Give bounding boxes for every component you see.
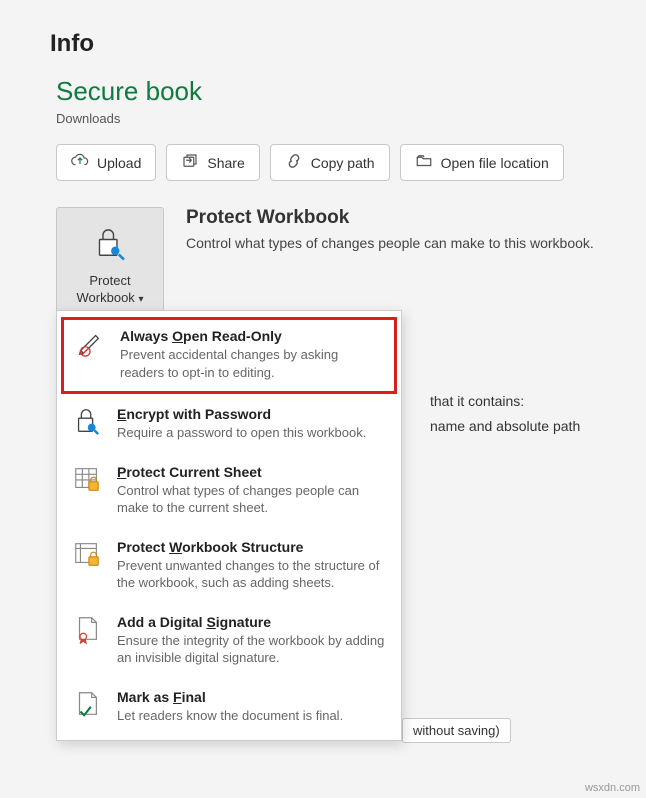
sheet-lock-icon [71,464,103,494]
document-title: Secure book [0,76,646,109]
menu-add-digital-signature[interactable]: Add a Digital Signature Ensure the integ… [57,604,401,679]
share-icon [181,152,199,173]
folder-icon [415,152,433,173]
protect-heading: Protect Workbook [186,207,594,229]
lock-key-icon [71,406,103,436]
open-location-button[interactable]: Open file location [400,144,564,181]
upload-label: Upload [97,155,141,171]
protect-section-text: Protect Workbook Control what types of c… [186,207,594,251]
watermark: wsxdn.com [585,782,640,794]
menu-item-title: Protect Workbook Structure [117,539,387,555]
link-icon [285,152,303,173]
page-title: Info [0,0,646,76]
background-text: name and absolute path [430,418,580,434]
action-bar: Upload Share Copy path Open file locatio… [0,144,646,181]
document-location: Downloads [0,109,646,144]
menu-item-desc: Require a password to open this workbook… [117,424,366,442]
menu-item-title: Protect Current Sheet [117,464,387,480]
document-check-icon [71,689,103,719]
pencil-readonly-icon [74,328,106,358]
chevron-down-icon: ▾ [138,294,143,305]
protect-workbook-menu: Always Open Read-Only Prevent accidental… [56,310,402,741]
copy-path-button[interactable]: Copy path [270,144,390,181]
menu-item-desc: Ensure the integrity of the workbook by … [117,632,387,667]
menu-item-desc: Control what types of changes people can… [117,482,387,517]
protect-workbook-button[interactable]: Protect Workbook ▾ [56,207,164,318]
background-text: that it contains: [430,393,524,409]
upload-button[interactable]: Upload [56,144,156,181]
menu-item-title: Add a Digital Signature [117,614,387,630]
copy-path-label: Copy path [311,155,375,171]
background-button-partial[interactable]: without saving) [402,718,511,743]
menu-encrypt-password[interactable]: Encrypt with Password Require a password… [57,396,401,454]
protect-button-label: Protect Workbook ▾ [77,273,144,307]
menu-item-title: Always Open Read-Only [120,328,384,344]
open-location-label: Open file location [441,155,549,171]
menu-mark-as-final[interactable]: Mark as Final Let readers know the docum… [57,679,401,737]
protect-desc: Control what types of changes people can… [186,235,594,251]
upload-icon [71,152,89,173]
menu-item-title: Mark as Final [117,689,343,705]
menu-protect-current-sheet[interactable]: Protect Current Sheet Control what types… [57,454,401,529]
lock-key-icon [89,222,131,267]
document-ribbon-icon [71,614,103,644]
menu-item-desc: Prevent accidental changes by asking rea… [120,346,384,381]
share-label: Share [207,155,244,171]
share-button[interactable]: Share [166,144,259,181]
menu-item-desc: Prevent unwanted changes to the structur… [117,557,387,592]
menu-protect-workbook-structure[interactable]: Protect Workbook Structure Prevent unwan… [57,529,401,604]
protect-section: Protect Workbook ▾ Protect Workbook Cont… [0,207,646,318]
workbook-lock-icon [71,539,103,569]
menu-item-title: Encrypt with Password [117,406,366,422]
menu-always-open-read-only[interactable]: Always Open Read-Only Prevent accidental… [61,317,397,394]
menu-item-desc: Let readers know the document is final. [117,707,343,725]
